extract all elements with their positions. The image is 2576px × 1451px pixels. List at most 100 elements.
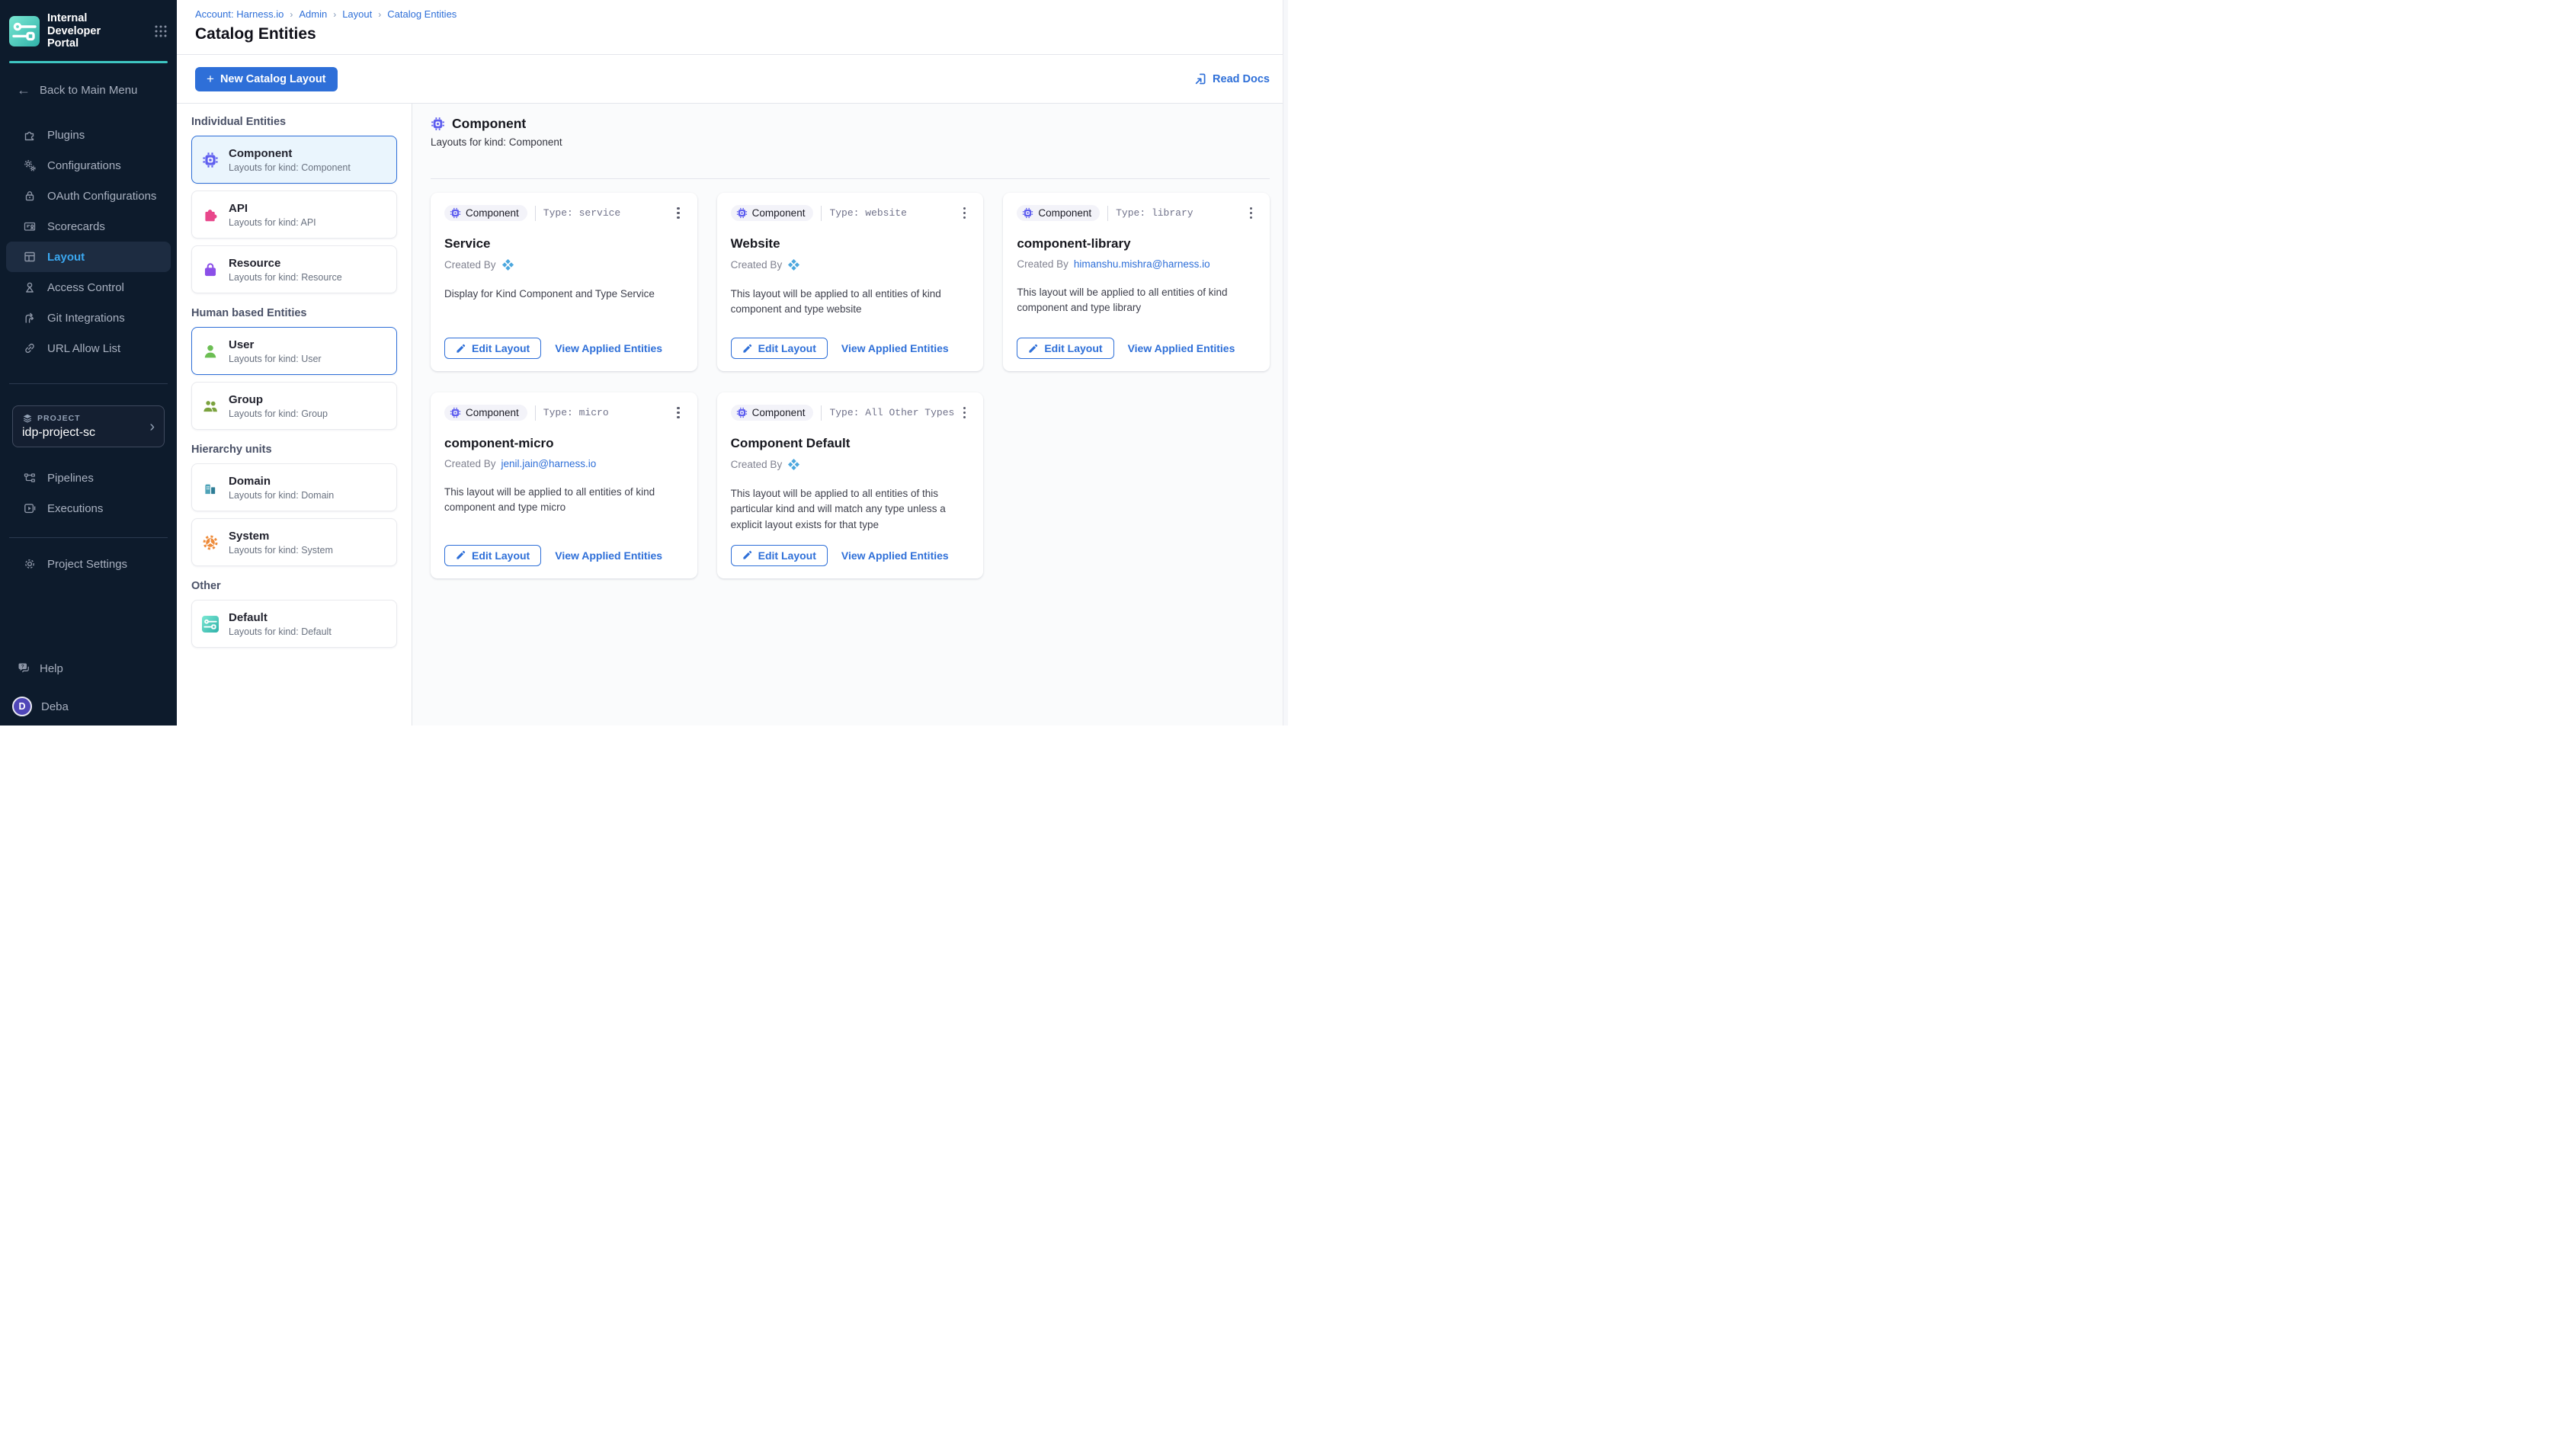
entity-kind-group[interactable]: GroupLayouts for kind: Group bbox=[191, 382, 397, 430]
edit-layout-button[interactable]: Edit Layout bbox=[1017, 338, 1113, 359]
component-chip-icon bbox=[201, 151, 219, 169]
sidebar-item-label: Executions bbox=[47, 502, 103, 515]
entity-kind-subtitle: Layouts for kind: API bbox=[229, 217, 316, 228]
created-by-row: Created By himanshu.mishra@harness.io bbox=[1017, 258, 1256, 270]
kind-subtitle: Layouts for kind: Component bbox=[431, 136, 1270, 148]
entity-kind-subtitle: Layouts for kind: Resource bbox=[229, 272, 342, 283]
edit-layout-button[interactable]: Edit Layout bbox=[444, 545, 541, 566]
breadcrumb-account[interactable]: Account: Harness.io bbox=[195, 8, 284, 20]
sidebar-item-scorecards[interactable]: Scorecards bbox=[6, 211, 171, 242]
divider bbox=[1107, 206, 1108, 221]
view-applied-entities-link[interactable]: View Applied Entities bbox=[555, 342, 662, 354]
breadcrumb-layout[interactable]: Layout bbox=[342, 8, 372, 20]
kind-badge: Component bbox=[731, 405, 814, 421]
entity-kind-name: System bbox=[229, 530, 333, 543]
type-label: Type: library bbox=[1116, 207, 1193, 219]
entity-kind-subtitle: Layouts for kind: Group bbox=[229, 408, 328, 419]
grid-menu-icon[interactable] bbox=[154, 24, 168, 38]
sidebar-item-label: Pipelines bbox=[47, 472, 94, 485]
sidebar: Internal Developer Portal ← Back to Main… bbox=[0, 0, 177, 726]
layers-icon bbox=[22, 413, 33, 424]
entity-kind-user[interactable]: UserLayouts for kind: User bbox=[191, 327, 397, 375]
git-branch-icon bbox=[23, 311, 37, 325]
layout-description: This layout will be applied to all entit… bbox=[731, 287, 970, 318]
sidebar-item-plugins[interactable]: Plugins bbox=[6, 120, 171, 150]
entity-kind-system[interactable]: System Layouts for kind: System bbox=[191, 518, 397, 566]
view-applied-entities-link[interactable]: View Applied Entities bbox=[841, 549, 949, 562]
user-menu[interactable]: D Deba bbox=[0, 697, 177, 716]
entity-kind-api[interactable]: APILayouts for kind: API bbox=[191, 191, 397, 239]
group-people-icon bbox=[201, 397, 219, 415]
sidebar-item-pipelines[interactable]: Pipelines bbox=[6, 463, 171, 493]
card-menu-button[interactable] bbox=[960, 205, 969, 221]
type-label: Type: website bbox=[829, 207, 906, 219]
breadcrumb: Account: Harness.io › Admin › Layout › C… bbox=[195, 8, 1270, 20]
pipelines-icon bbox=[23, 471, 37, 485]
creator-email-link[interactable]: jenil.jain@harness.io bbox=[501, 458, 597, 469]
entity-kind-domain[interactable]: DomainLayouts for kind: Domain bbox=[191, 463, 397, 511]
sidebar-item-label: Project Settings bbox=[47, 558, 127, 571]
creator-email-link[interactable]: himanshu.mishra@harness.io bbox=[1074, 258, 1210, 270]
divider bbox=[535, 405, 536, 421]
app-title: Internal Developer Portal bbox=[47, 12, 133, 50]
sidebar-item-executions[interactable]: Executions bbox=[6, 493, 171, 524]
sidebar-nav-secondary: Pipelines Executions bbox=[0, 463, 177, 524]
sidebar-item-access-control[interactable]: Access Control bbox=[6, 272, 171, 303]
sidebar-item-project-settings[interactable]: Project Settings bbox=[6, 549, 171, 579]
person-icon bbox=[23, 280, 37, 294]
entity-kind-component[interactable]: ComponentLayouts for kind: Component bbox=[191, 136, 397, 184]
entity-kind-panel: Individual Entities ComponentLayouts for… bbox=[177, 104, 412, 726]
layout-title: Website bbox=[731, 236, 970, 251]
view-applied-entities-link[interactable]: View Applied Entities bbox=[555, 549, 662, 562]
kind-badge: Component bbox=[731, 205, 814, 221]
entity-kind-default[interactable]: DefaultLayouts for kind: Default bbox=[191, 600, 397, 648]
sidebar-nav-settings: Project Settings bbox=[0, 549, 177, 579]
sidebar-item-label: Configurations bbox=[47, 159, 121, 172]
help-button[interactable]: ? Help bbox=[0, 661, 177, 675]
sidebar-item-configurations[interactable]: Configurations bbox=[6, 150, 171, 181]
executions-icon bbox=[23, 501, 37, 515]
sidebar-item-git-integrations[interactable]: Git Integrations bbox=[6, 303, 171, 333]
view-applied-entities-link[interactable]: View Applied Entities bbox=[841, 342, 949, 354]
scorecard-icon bbox=[23, 219, 37, 233]
section-label: Hierarchy units bbox=[191, 444, 397, 456]
sidebar-divider bbox=[9, 383, 168, 384]
edit-layout-button[interactable]: Edit Layout bbox=[444, 338, 541, 359]
breadcrumb-admin[interactable]: Admin bbox=[299, 8, 327, 20]
lock-icon bbox=[23, 189, 37, 203]
card-menu-button[interactable] bbox=[960, 405, 969, 421]
view-applied-entities-link[interactable]: View Applied Entities bbox=[1128, 342, 1235, 354]
card-menu-button[interactable] bbox=[1246, 205, 1256, 221]
divider bbox=[821, 206, 822, 221]
help-label: Help bbox=[40, 662, 63, 675]
edit-layout-button[interactable]: Edit Layout bbox=[731, 545, 828, 566]
breadcrumb-separator: › bbox=[290, 9, 293, 20]
sidebar-divider bbox=[9, 537, 168, 538]
gear-icon bbox=[23, 557, 37, 571]
read-docs-link[interactable]: Read Docs bbox=[1194, 72, 1270, 85]
sidebar-item-layout[interactable]: Layout bbox=[6, 242, 171, 272]
type-label: Type: service bbox=[543, 207, 620, 219]
card-menu-button[interactable] bbox=[673, 205, 683, 221]
breadcrumb-catalog-entities[interactable]: Catalog Entities bbox=[387, 8, 457, 20]
scrollbar-track[interactable] bbox=[1283, 0, 1288, 726]
project-selector[interactable]: PROJECT idp-project-sc › bbox=[12, 405, 165, 447]
edit-layout-button[interactable]: Edit Layout bbox=[731, 338, 828, 359]
type-label: Type: All Other Types bbox=[829, 407, 954, 418]
entity-kind-resource[interactable]: ResourceLayouts for kind: Resource bbox=[191, 245, 397, 293]
divider bbox=[821, 405, 822, 421]
system-gear-icon bbox=[201, 533, 219, 552]
sidebar-item-label: OAuth Configurations bbox=[47, 190, 156, 203]
brand-header: Internal Developer Portal bbox=[0, 9, 177, 50]
card-menu-button[interactable] bbox=[673, 405, 683, 421]
entity-kind-subtitle: Layouts for kind: System bbox=[229, 545, 333, 556]
new-catalog-layout-button[interactable]: + New Catalog Layout bbox=[195, 67, 338, 91]
layout-description: This layout will be applied to all entit… bbox=[1017, 285, 1256, 316]
default-logo-icon bbox=[201, 615, 219, 633]
sidebar-item-url-allow-list[interactable]: URL Allow List bbox=[6, 333, 171, 364]
back-to-main-menu[interactable]: ← Back to Main Menu bbox=[0, 83, 177, 97]
created-by-row: Created By bbox=[731, 258, 970, 271]
breadcrumb-separator: › bbox=[333, 9, 336, 20]
puzzle-icon bbox=[23, 128, 37, 142]
sidebar-item-oauth-configurations[interactable]: OAuth Configurations bbox=[6, 181, 171, 211]
